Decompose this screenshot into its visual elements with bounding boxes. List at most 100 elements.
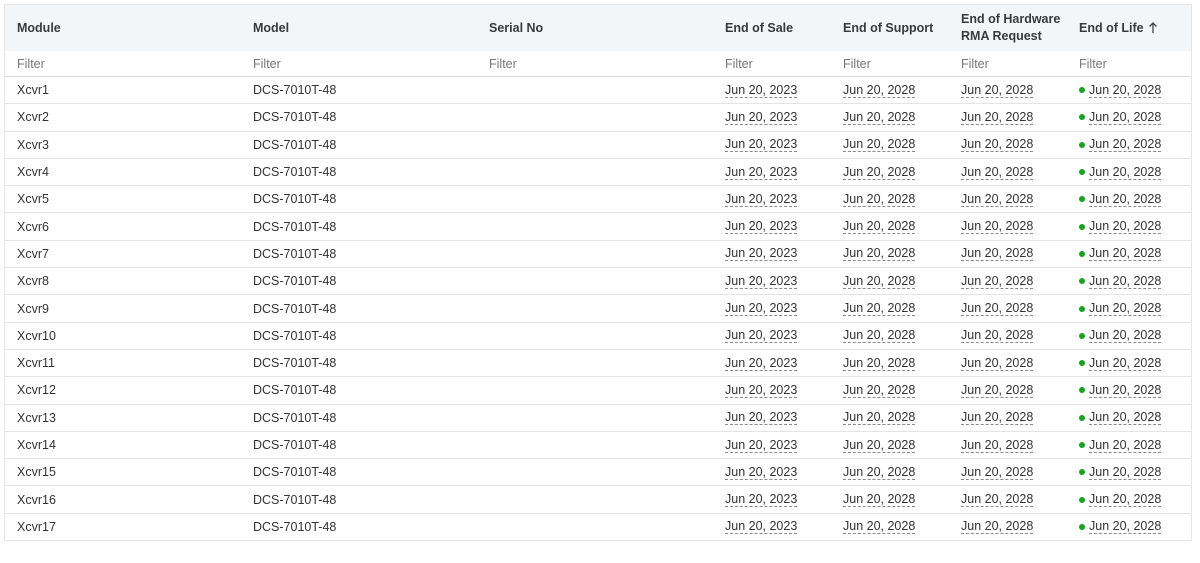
end-of-rma-date[interactable]: Jun 20, 2028 — [961, 492, 1034, 508]
end-of-sale-date[interactable]: Jun 20, 2023 — [725, 438, 798, 453]
column-header-end-of-support[interactable]: End of Support — [831, 5, 949, 51]
table-row[interactable]: Xcvr1 DCS-7010T-48 Jun 20, 2023 Jun 20, 202… — [5, 77, 1191, 105]
end-of-support-date[interactable]: Jun 20, 2028 — [843, 438, 916, 453]
end-of-rma-date[interactable]: Jun 20, 2028 — [961, 83, 1034, 98]
table-row[interactable]: Xcvr14 DCS-7010T-48 Jun 20, 2023 Jun 20, 20… — [5, 432, 1191, 460]
end-of-life-date[interactable]: Jun 20, 2028 — [1089, 438, 1162, 453]
end-of-rma-date[interactable]: Jun 20, 2028 — [961, 137, 1034, 153]
end-of-support-date[interactable]: Jun 20, 2028 — [843, 110, 916, 125]
filter-input-serial-no[interactable] — [489, 56, 713, 71]
end-of-life-date[interactable]: Jun 20, 2028 — [1089, 328, 1162, 344]
table-row[interactable]: Xcvr10 DCS-7010T-48 Jun 20, 2023 Jun 20, 20… — [5, 323, 1191, 350]
end-of-sale-date[interactable]: Jun 20, 2023 — [725, 492, 798, 508]
end-of-support-date[interactable]: Jun 20, 2028 — [843, 328, 916, 344]
table-row[interactable]: Xcvr3 DCS-7010T-48 Jun 20, 2023 Jun 20, 202… — [5, 132, 1191, 159]
end-of-rma-date[interactable]: Jun 20, 2028 — [961, 110, 1034, 125]
end-of-support-date[interactable]: Jun 20, 2028 — [843, 356, 916, 371]
end-of-rma-date[interactable]: Jun 20, 2028 — [961, 356, 1034, 371]
end-of-sale-date[interactable]: Jun 20, 2023 — [725, 383, 798, 398]
end-of-sale-date[interactable]: Jun 20, 2023 — [725, 328, 798, 344]
end-of-life-date[interactable]: Jun 20, 2028 — [1089, 219, 1162, 235]
end-of-support-date[interactable]: Jun 20, 2028 — [843, 492, 916, 508]
end-of-support-date[interactable]: Jun 20, 2028 — [843, 410, 916, 426]
arrow-up-icon[interactable] — [1148, 22, 1158, 34]
end-of-support-date[interactable]: Jun 20, 2028 — [843, 383, 916, 398]
end-of-life-date[interactable]: Jun 20, 2028 — [1089, 492, 1162, 508]
table-row[interactable]: Xcvr5 DCS-7010T-48 Jun 20, 2023 Jun 20, 202… — [5, 186, 1191, 214]
end-of-sale-date[interactable]: Jun 20, 2023 — [725, 165, 798, 180]
end-of-support-date[interactable]: Jun 20, 2028 — [843, 83, 916, 98]
end-of-life-date[interactable]: Jun 20, 2028 — [1089, 192, 1162, 207]
end-of-rma-date[interactable]: Jun 20, 2028 — [961, 465, 1034, 480]
end-of-sale-date[interactable]: Jun 20, 2023 — [725, 219, 798, 235]
end-of-life-date[interactable]: Jun 20, 2028 — [1089, 301, 1162, 317]
table-row[interactable]: Xcvr15 DCS-7010T-48 Jun 20, 2023 Jun 20, 20… — [5, 459, 1191, 487]
end-of-rma-date[interactable]: Jun 20, 2028 — [961, 301, 1034, 317]
end-of-sale-date[interactable]: Jun 20, 2023 — [725, 83, 798, 98]
table-row[interactable]: Xcvr6 DCS-7010T-48 Jun 20, 2023 Jun 20, 202… — [5, 213, 1191, 241]
table-row[interactable]: Xcvr13 DCS-7010T-48 Jun 20, 2023 Jun 20, 20… — [5, 405, 1191, 432]
end-of-life-date[interactable]: Jun 20, 2028 — [1089, 465, 1162, 480]
table-row[interactable]: Xcvr16 DCS-7010T-48 Jun 20, 2023 Jun 20, 20… — [5, 486, 1191, 514]
end-of-rma-date[interactable]: Jun 20, 2028 — [961, 438, 1034, 453]
end-of-sale-date[interactable]: Jun 20, 2023 — [725, 110, 798, 125]
end-of-sale-date[interactable]: Jun 20, 2023 — [725, 274, 798, 289]
end-of-life-date[interactable]: Jun 20, 2028 — [1089, 83, 1162, 98]
end-of-life-date[interactable]: Jun 20, 2028 — [1089, 274, 1162, 289]
end-of-rma-date[interactable]: Jun 20, 2028 — [961, 219, 1034, 235]
end-of-rma-date[interactable]: Jun 20, 2028 — [961, 274, 1034, 289]
end-of-life-date[interactable]: Jun 20, 2028 — [1089, 356, 1162, 371]
end-of-support-date[interactable]: Jun 20, 2028 — [843, 165, 916, 180]
column-header-end-of-sale[interactable]: End of Sale — [713, 5, 831, 51]
table-row[interactable]: Xcvr9 DCS-7010T-48 Jun 20, 2023 Jun 20, 202… — [5, 295, 1191, 323]
end-of-support-date[interactable]: Jun 20, 2028 — [843, 301, 916, 317]
end-of-sale-date[interactable]: Jun 20, 2023 — [725, 192, 798, 207]
filter-input-end-of-support[interactable] — [843, 56, 949, 71]
table-row[interactable]: Xcvr8 DCS-7010T-48 Jun 20, 2023 Jun 20, 202… — [5, 268, 1191, 296]
filter-input-end-of-hardware-rma[interactable] — [961, 56, 1067, 71]
end-of-sale-date[interactable]: Jun 20, 2023 — [725, 519, 798, 535]
end-of-sale-date[interactable]: Jun 20, 2023 — [725, 137, 798, 153]
filter-input-end-of-life[interactable] — [1079, 56, 1191, 71]
column-header-end-of-hardware-rma[interactable]: End of Hardware RMA Request — [949, 5, 1067, 51]
end-of-sale-date[interactable]: Jun 20, 2023 — [725, 356, 798, 371]
end-of-life-date[interactable]: Jun 20, 2028 — [1089, 110, 1162, 125]
end-of-life-date[interactable]: Jun 20, 2028 — [1089, 410, 1162, 426]
end-of-sale-date[interactable]: Jun 20, 2023 — [725, 465, 798, 480]
end-of-life-date[interactable]: Jun 20, 2028 — [1089, 519, 1162, 535]
end-of-life-date[interactable]: Jun 20, 2028 — [1089, 137, 1162, 153]
end-of-rma-date[interactable]: Jun 20, 2028 — [961, 410, 1034, 426]
filter-input-module[interactable] — [17, 56, 241, 71]
column-header-module[interactable]: Module — [5, 5, 241, 51]
column-header-model[interactable]: Model — [241, 5, 477, 51]
end-of-support-date[interactable]: Jun 20, 2028 — [843, 219, 916, 235]
column-header-end-of-life[interactable]: End of Life — [1067, 5, 1191, 51]
end-of-support-date[interactable]: Jun 20, 2028 — [843, 192, 916, 207]
end-of-rma-date[interactable]: Jun 20, 2028 — [961, 165, 1034, 180]
table-row[interactable]: Xcvr11 DCS-7010T-48 Jun 20, 2023 Jun 20, 20… — [5, 350, 1191, 378]
end-of-rma-date[interactable]: Jun 20, 2028 — [961, 192, 1034, 207]
column-header-serial-no[interactable]: Serial No — [477, 5, 713, 51]
end-of-sale-date[interactable]: Jun 20, 2023 — [725, 246, 798, 262]
end-of-support-date[interactable]: Jun 20, 2028 — [843, 274, 916, 289]
end-of-sale-date[interactable]: Jun 20, 2023 — [725, 410, 798, 426]
end-of-life-date[interactable]: Jun 20, 2028 — [1089, 383, 1162, 398]
end-of-rma-date[interactable]: Jun 20, 2028 — [961, 519, 1034, 535]
table-row[interactable]: Xcvr4 DCS-7010T-48 Jun 20, 2023 Jun 20, 202… — [5, 159, 1191, 187]
end-of-support-date[interactable]: Jun 20, 2028 — [843, 246, 916, 262]
end-of-sale-date[interactable]: Jun 20, 2023 — [725, 301, 798, 317]
end-of-rma-date[interactable]: Jun 20, 2028 — [961, 383, 1034, 398]
filter-input-end-of-sale[interactable] — [725, 56, 831, 71]
end-of-rma-date[interactable]: Jun 20, 2028 — [961, 328, 1034, 344]
table-row[interactable]: Xcvr2 DCS-7010T-48 Jun 20, 2023 Jun 20, 202… — [5, 104, 1191, 132]
end-of-life-date[interactable]: Jun 20, 2028 — [1089, 165, 1162, 180]
end-of-support-date[interactable]: Jun 20, 2028 — [843, 519, 916, 535]
table-row[interactable]: Xcvr7 DCS-7010T-48 Jun 20, 2023 Jun 20, 202… — [5, 241, 1191, 269]
end-of-support-date[interactable]: Jun 20, 2028 — [843, 137, 916, 153]
end-of-life-date[interactable]: Jun 20, 2028 — [1089, 246, 1162, 262]
end-of-rma-date[interactable]: Jun 20, 2028 — [961, 246, 1034, 262]
filter-input-model[interactable] — [253, 56, 477, 71]
table-row[interactable]: Xcvr17 DCS-7010T-48 Jun 20, 2023 Jun 20, 20… — [5, 514, 1191, 542]
end-of-support-date[interactable]: Jun 20, 2028 — [843, 465, 916, 480]
table-row[interactable]: Xcvr12 DCS-7010T-48 Jun 20, 2023 Jun 20, 20… — [5, 377, 1191, 405]
